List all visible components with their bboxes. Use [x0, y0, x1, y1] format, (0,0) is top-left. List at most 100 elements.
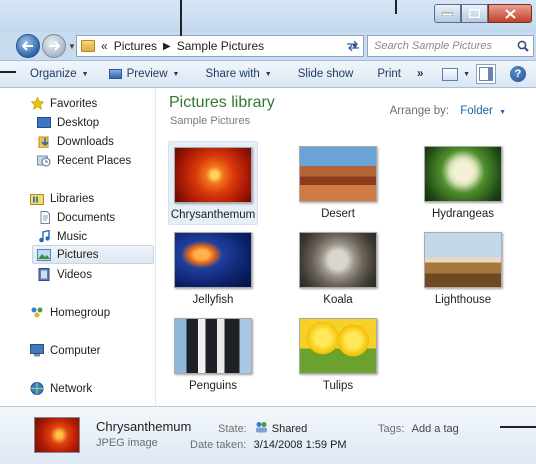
thumbnail-label: Desert	[321, 208, 355, 220]
chevron-down-icon[interactable]: ▼	[499, 109, 506, 116]
back-arrow-icon	[22, 41, 33, 51]
callout-line-toolbar	[0, 71, 16, 73]
callout-line-details-pane	[500, 426, 536, 428]
address-bar[interactable]: « Pictures ▶ Sample Pictures ▼	[76, 35, 364, 57]
organize-label: Organize	[30, 68, 77, 80]
breadcrumb-pictures[interactable]: Pictures	[114, 39, 157, 53]
minimize-button[interactable]	[434, 4, 461, 23]
chrysanthemum-image	[174, 147, 252, 203]
library-subtitle: Sample Pictures	[170, 115, 251, 127]
minimize-icon	[442, 12, 453, 16]
state-value: Shared	[271, 422, 308, 435]
nav-homegroup[interactable]: Homegroup	[30, 303, 174, 322]
add-tag-link[interactable]: Add a tag	[412, 423, 459, 435]
nav-label: Pictures	[57, 248, 99, 261]
navigation-pane[interactable]: Favorites Desktop Downloads Recent Place…	[10, 88, 156, 406]
breadcrumb-sample-pictures[interactable]: Sample Pictures	[177, 39, 264, 53]
koala-image	[299, 232, 377, 288]
nav-label: Computer	[50, 344, 101, 357]
view-controls: ▼ ?	[434, 60, 536, 88]
state-label: State:	[218, 422, 247, 435]
nav-label: Downloads	[57, 135, 114, 148]
thumbnail-koala[interactable]: Koala	[293, 227, 383, 311]
date-taken-value: 3/14/2008 1:59 PM	[253, 439, 347, 451]
slide-show-button[interactable]: Slide show	[282, 60, 364, 88]
hydrangeas-image	[424, 146, 502, 202]
forward-button[interactable]	[42, 34, 66, 58]
preview-menu[interactable]: Preview ▼	[99, 60, 190, 88]
nav-label: Libraries	[50, 192, 95, 205]
thumbnail-label: Jellyfish	[192, 294, 234, 306]
help-icon: ?	[514, 68, 522, 80]
thumbnail-chrysanthemum[interactable]: Chrysanthemum	[168, 141, 258, 225]
forward-arrow-icon	[49, 41, 60, 51]
preview-pane-button[interactable]	[476, 64, 496, 84]
nav-favorites[interactable]: Favorites	[30, 94, 174, 113]
refresh-icon	[347, 41, 359, 51]
breadcrumb-overflow[interactable]: «	[101, 39, 108, 53]
state-field: State: Shared	[218, 421, 307, 436]
thumbnail-label: Lighthouse	[434, 294, 492, 306]
arrange-by-value[interactable]: Folder	[460, 105, 493, 117]
share-with-menu[interactable]: Share with ▼	[189, 60, 281, 88]
more-commands-button[interactable]: »	[411, 60, 433, 88]
thumbnail-penguins[interactable]: Penguins	[168, 313, 258, 397]
thumbnail-desert[interactable]: Desert	[293, 141, 383, 225]
explorer-window: ▼ « Pictures ▶ Sample Pictures ▼ Organiz…	[0, 0, 536, 464]
address-row: ▼ « Pictures ▶ Sample Pictures ▼	[0, 32, 536, 60]
slide-show-label: Slide show	[297, 68, 354, 80]
thumbnail-jellyfish[interactable]: Jellyfish	[168, 227, 258, 311]
nav-libraries[interactable]: Libraries	[30, 189, 174, 208]
recent-pages-dropdown[interactable]: ▼	[68, 42, 76, 51]
nav-network[interactable]: Network	[30, 379, 174, 398]
search-input[interactable]	[374, 40, 514, 52]
thumbnail-label: Koala	[323, 294, 353, 306]
star-icon	[30, 97, 44, 110]
maximize-icon	[469, 9, 480, 18]
libraries-icon	[30, 192, 44, 205]
documents-icon	[37, 211, 51, 224]
tulips-image	[299, 318, 377, 374]
thumbnail-hydrangeas[interactable]: Hydrangeas	[418, 141, 508, 225]
lighthouse-image	[424, 232, 502, 288]
refresh-button[interactable]	[343, 36, 363, 56]
chevron-down-icon: ▼	[172, 70, 180, 78]
content-pane[interactable]: Pictures library Sample Pictures Arrange…	[157, 88, 536, 406]
library-title: Pictures library	[169, 94, 275, 111]
shared-icon	[255, 421, 268, 436]
maximize-button[interactable]	[461, 4, 488, 23]
print-button[interactable]: Print	[363, 60, 411, 88]
thumbnail-label: Tulips	[322, 380, 354, 392]
thumbnail-lighthouse[interactable]: Lighthouse	[418, 227, 508, 311]
nav-pictures[interactable]: Pictures	[32, 245, 154, 264]
jellyfish-image	[174, 232, 252, 288]
organize-menu[interactable]: Organize ▼	[0, 60, 99, 88]
close-button[interactable]	[488, 4, 532, 23]
view-dropdown-icon[interactable]: ▼	[463, 71, 470, 78]
main-area: Favorites Desktop Downloads Recent Place…	[0, 88, 536, 406]
nav-computer[interactable]: Computer	[30, 341, 174, 360]
tags-label: Tags:	[378, 423, 405, 435]
command-bar: Organize ▼ Preview ▼ Share with ▼ Slide …	[0, 60, 536, 88]
tags-field: Tags: Add a tag	[378, 421, 459, 435]
penguins-image	[174, 318, 252, 374]
breadcrumb-separator-icon[interactable]: ▶	[163, 41, 171, 52]
thumbnail-tulips[interactable]: Tulips	[293, 313, 383, 397]
nav-label: Desktop	[57, 116, 100, 129]
nav-label: Music	[57, 230, 88, 243]
search-icon[interactable]	[517, 40, 529, 52]
help-button[interactable]: ?	[510, 66, 526, 82]
nav-label: Favorites	[50, 97, 98, 110]
arrange-by: Arrange by: Folder ▼	[390, 105, 506, 117]
title-bar[interactable]	[0, 0, 536, 32]
back-button[interactable]	[16, 34, 40, 58]
date-taken-field: Date taken: 3/14/2008 1:59 PM	[190, 437, 347, 451]
search-box[interactable]	[367, 35, 534, 57]
selected-file-name: Chrysanthemum	[96, 419, 192, 434]
caption-buttons	[434, 4, 532, 24]
callout-line-title-bar	[395, 0, 397, 14]
preview-label: Preview	[126, 68, 168, 80]
homegroup-icon	[30, 306, 44, 319]
nav-label: Videos	[57, 268, 92, 281]
change-view-icon[interactable]	[442, 67, 459, 81]
